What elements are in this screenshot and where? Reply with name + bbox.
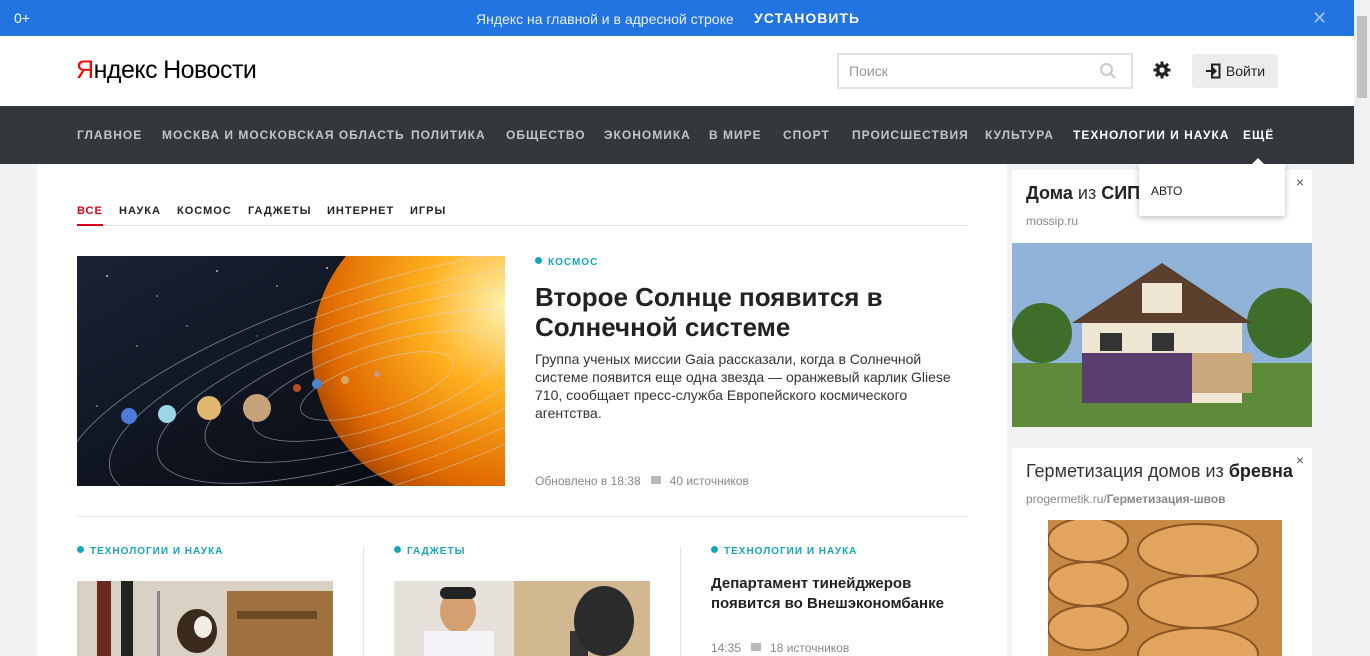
card-divider	[680, 546, 681, 656]
close-icon[interactable]: ✕	[1312, 8, 1327, 29]
card-divider	[363, 546, 364, 656]
nav-item-economy[interactable]: ЭКОНОМИКА	[604, 128, 691, 142]
nav-item-politics[interactable]: ПОЛИТИКА	[411, 128, 486, 142]
main-content: ВСЕ НАУКА КОСМОС ГАДЖЕТЫ ИНТЕРНЕТ ИГРЫ К…	[37, 164, 1007, 656]
card2-rubric[interactable]: ГАДЖЕТЫ	[394, 546, 465, 557]
promo-bar: 0+ Яндекс на главной и в адресной строке…	[0, 0, 1354, 36]
card1-image[interactable]	[77, 581, 333, 656]
sources-icon	[650, 476, 661, 484]
sources-icon	[751, 643, 762, 651]
nav-item-more[interactable]: ЕЩЁ	[1243, 128, 1274, 142]
card2-rubric-label: ГАДЖЕТЫ	[407, 546, 466, 557]
ad-block-2[interactable]: Герметизация домов из бревна progermetik…	[1012, 448, 1312, 656]
hero-image[interactable]	[77, 256, 505, 486]
scrollbar[interactable]	[1354, 0, 1370, 656]
tab-space[interactable]: КОСМОС	[177, 205, 232, 217]
ad1-title-bold: СИП	[1101, 183, 1141, 203]
card2-image[interactable]	[394, 581, 650, 656]
ad1-image[interactable]	[1012, 243, 1312, 427]
scrollbar-thumb[interactable]	[1357, 16, 1367, 98]
dropdown-item-auto[interactable]: АВТО	[1151, 184, 1182, 198]
ad1-title[interactable]: Дома из СИП	[1026, 183, 1140, 204]
rubric-tabs: ВСЕ НАУКА КОСМОС ГАДЖЕТЫ ИНТЕРНЕТ ИГРЫ	[77, 205, 967, 226]
nav-item-culture[interactable]: КУЛЬТУРА	[985, 128, 1054, 142]
age-rating: 0+	[14, 10, 30, 26]
card3-time: 14:35	[711, 641, 742, 655]
ad2-title-prefix: Герметизация домов из	[1026, 461, 1229, 481]
install-button[interactable]: УСТАНОВИТЬ	[754, 10, 860, 26]
rubric-dot	[77, 546, 84, 553]
card1-rubric-label: ТЕХНОЛОГИИ И НАУКА	[90, 546, 224, 557]
ad2-domain[interactable]: progermetik.ru/Герметизация-швов	[1026, 492, 1226, 506]
gear-icon[interactable]	[1152, 60, 1172, 80]
ad1-title-mid: из	[1072, 183, 1102, 203]
tab-internet[interactable]: ИНТЕРНЕТ	[327, 205, 394, 217]
tab-science[interactable]: НАУКА	[119, 205, 161, 217]
promo-message: Яндекс на главной и в адресной строке	[476, 11, 734, 27]
tab-games[interactable]: ИГРЫ	[410, 205, 446, 217]
close-icon[interactable]: ×	[1296, 174, 1304, 190]
logo-ya: Я	[76, 56, 94, 84]
nav-item-tech-science[interactable]: ТЕХНОЛОГИИ И НАУКА	[1073, 128, 1229, 142]
card1-rubric[interactable]: ТЕХНОЛОГИИ И НАУКА	[77, 546, 223, 557]
hero-rubric-label: КОСМОС	[548, 257, 599, 268]
login-button[interactable]: Войти	[1192, 54, 1278, 88]
ad1-title-prefix: Дома	[1026, 183, 1073, 203]
tab-gadgets[interactable]: ГАДЖЕТЫ	[248, 205, 312, 217]
main-nav: ГЛАВНОЕ МОСКВА И МОСКОВСКАЯ ОБЛАСТЬ ПОЛИ…	[0, 106, 1354, 165]
hero-updated: Обновлено в 18:38	[535, 474, 641, 488]
logo-ndex: ндекс	[93, 56, 158, 84]
ad2-title-bold: бревна	[1228, 461, 1293, 481]
nav-item-sport[interactable]: СПОРТ	[783, 128, 830, 142]
rubric-dot	[535, 257, 542, 264]
nav-item-world[interactable]: В МИРЕ	[709, 128, 762, 142]
search-input[interactable]	[839, 55, 1089, 87]
ad2-image[interactable]	[1048, 520, 1282, 656]
card3-rubric[interactable]: ТЕХНОЛОГИИ И НАУКА	[711, 546, 857, 557]
hero-rubric[interactable]: КОСМОС	[535, 257, 598, 268]
card3-rubric-label: ТЕХНОЛОГИИ И НАУКА	[724, 546, 858, 557]
login-icon	[1205, 63, 1221, 79]
ad1-domain[interactable]: mossip.ru	[1026, 214, 1078, 228]
card3-title[interactable]: Департамент тинейджеров появится во Внеш…	[711, 574, 971, 614]
hero-title[interactable]: Второе Солнце появится в Солнечной систе…	[535, 282, 955, 342]
more-dropdown: АВТО	[1139, 164, 1285, 216]
hero-text: Группа ученых миссии Gaia рассказали, ко…	[535, 351, 951, 421]
hero-sources[interactable]: 40 источников	[670, 474, 749, 488]
card3-meta: 14:35 18 источников	[711, 641, 849, 655]
nav-item-incidents[interactable]: ПРОИСШЕСТВИЯ	[852, 128, 969, 142]
close-icon[interactable]: ×	[1296, 452, 1304, 468]
nav-item-main[interactable]: ГЛАВНОЕ	[77, 128, 142, 142]
login-label: Войти	[1225, 63, 1266, 79]
logo-news: Новости	[163, 56, 257, 84]
search-box	[837, 53, 1133, 89]
nav-item-moscow[interactable]: МОСКВА И МОСКОВСКАЯ ОБЛАСТЬ	[162, 128, 405, 142]
card3-sources[interactable]: 18 источников	[770, 641, 849, 655]
ad2-domain-bold: Герметизация-швов	[1106, 492, 1226, 506]
hero-meta: Обновлено в 18:38 40 источников	[535, 474, 749, 488]
divider	[77, 516, 967, 517]
tab-all[interactable]: ВСЕ	[77, 205, 103, 226]
nav-item-society[interactable]: ОБЩЕСТВО	[506, 128, 586, 142]
logo[interactable]: Яндекс Новости	[76, 56, 257, 85]
rubric-dot	[394, 546, 401, 553]
ad2-domain-prefix: progermetik.ru/	[1026, 492, 1107, 506]
search-icon[interactable]	[1099, 62, 1117, 80]
ad2-title[interactable]: Герметизация домов из бревна	[1026, 461, 1293, 482]
header: ЯндексНовости Войти	[0, 36, 1354, 106]
rubric-dot	[711, 546, 718, 553]
